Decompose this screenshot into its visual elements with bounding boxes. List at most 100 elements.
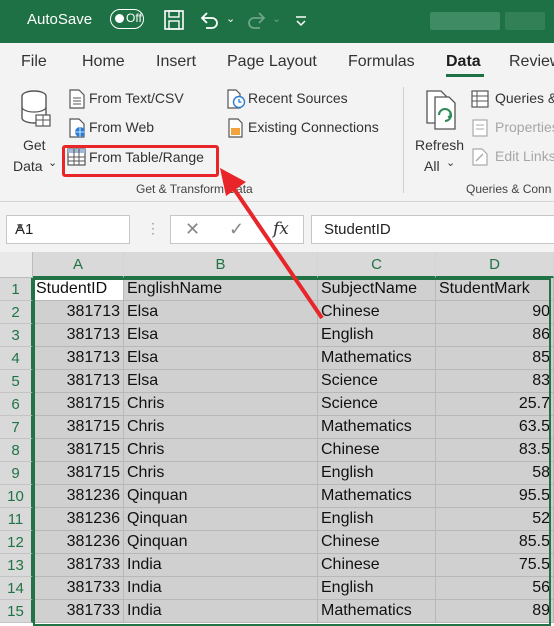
row-header[interactable]: 2 bbox=[0, 301, 33, 324]
select-all-corner[interactable] bbox=[0, 252, 33, 278]
cell-D1[interactable]: StudentMark bbox=[436, 278, 554, 301]
tab-insert[interactable]: Insert bbox=[156, 53, 196, 71]
cell-B3[interactable]: Elsa bbox=[124, 324, 318, 347]
cell-A15[interactable]: 381733 bbox=[33, 600, 124, 623]
row-header[interactable]: 5 bbox=[0, 370, 33, 393]
row-header[interactable]: 7 bbox=[0, 416, 33, 439]
formula-input[interactable]: StudentID bbox=[311, 215, 554, 244]
cell-A4[interactable]: 381713 bbox=[33, 347, 124, 370]
cell-C7[interactable]: Mathematics bbox=[318, 416, 436, 439]
cell-C12[interactable]: Chinese bbox=[318, 531, 436, 554]
cell-C6[interactable]: Science bbox=[318, 393, 436, 416]
cell-B8[interactable]: Chris bbox=[124, 439, 318, 462]
cell-C8[interactable]: Chinese bbox=[318, 439, 436, 462]
from-text-csv-button[interactable]: From Text/CSV bbox=[66, 88, 206, 110]
row-header[interactable]: 1 bbox=[0, 278, 33, 301]
cell-C5[interactable]: Science bbox=[318, 370, 436, 393]
cell-D11[interactable]: 52 bbox=[436, 508, 554, 531]
col-header-c[interactable]: C bbox=[318, 252, 436, 278]
queries-connections-button[interactable]: Queries & bbox=[470, 88, 554, 110]
cell-B4[interactable]: Elsa bbox=[124, 347, 318, 370]
tab-review[interactable]: Review bbox=[509, 53, 554, 71]
cell-B13[interactable]: India bbox=[124, 554, 318, 577]
name-box[interactable]: A1 ▼ bbox=[6, 215, 130, 244]
cancel-icon[interactable]: ✕ bbox=[185, 219, 200, 240]
cell-A2[interactable]: 381713 bbox=[33, 301, 124, 324]
cell-D8[interactable]: 83.5 bbox=[436, 439, 554, 462]
cell-A5[interactable]: 381713 bbox=[33, 370, 124, 393]
cell-A11[interactable]: 381236 bbox=[33, 508, 124, 531]
cell-B5[interactable]: Elsa bbox=[124, 370, 318, 393]
row-header[interactable]: 10 bbox=[0, 485, 33, 508]
cell-D5[interactable]: 83 bbox=[436, 370, 554, 393]
recent-sources-button[interactable]: Recent Sources bbox=[224, 88, 394, 110]
autosave-toggle[interactable]: Off bbox=[110, 9, 144, 29]
cell-A13[interactable]: 381733 bbox=[33, 554, 124, 577]
get-data-button[interactable]: Get Data ⌄ bbox=[6, 87, 62, 177]
cell-C11[interactable]: English bbox=[318, 508, 436, 531]
cell-D2[interactable]: 90 bbox=[436, 301, 554, 324]
cell-D7[interactable]: 63.5 bbox=[436, 416, 554, 439]
cell-B14[interactable]: India bbox=[124, 577, 318, 600]
cell-D10[interactable]: 95.5 bbox=[436, 485, 554, 508]
cell-C15[interactable]: Mathematics bbox=[318, 600, 436, 623]
tab-data[interactable]: Data bbox=[446, 53, 481, 71]
row-header[interactable]: 14 bbox=[0, 577, 33, 600]
cell-D4[interactable]: 85 bbox=[436, 347, 554, 370]
cell-A3[interactable]: 381713 bbox=[33, 324, 124, 347]
cell-C1[interactable]: SubjectName bbox=[318, 278, 436, 301]
cell-B1[interactable]: EnglishName bbox=[124, 278, 318, 301]
confirm-icon[interactable]: ✓ bbox=[229, 219, 244, 240]
cell-B10[interactable]: Qinquan bbox=[124, 485, 318, 508]
cell-D12[interactable]: 85.5 bbox=[436, 531, 554, 554]
col-header-d[interactable]: D bbox=[436, 252, 554, 278]
fx-icon[interactable]: fx bbox=[273, 219, 289, 239]
cell-B6[interactable]: Chris bbox=[124, 393, 318, 416]
cell-C2[interactable]: Chinese bbox=[318, 301, 436, 324]
cell-A14[interactable]: 381733 bbox=[33, 577, 124, 600]
cell-D6[interactable]: 25.7 bbox=[436, 393, 554, 416]
cell-C10[interactable]: Mathematics bbox=[318, 485, 436, 508]
row-header[interactable]: 3 bbox=[0, 324, 33, 347]
cell-A12[interactable]: 381236 bbox=[33, 531, 124, 554]
undo-icon[interactable] bbox=[198, 9, 220, 31]
customize-toolbar-icon[interactable] bbox=[293, 9, 309, 31]
tab-file[interactable]: File bbox=[21, 53, 47, 71]
cell-D9[interactable]: 58 bbox=[436, 462, 554, 485]
undo-dropdown-icon[interactable]: ⌄ bbox=[226, 12, 235, 25]
row-header[interactable]: 9 bbox=[0, 462, 33, 485]
cell-B15[interactable]: India bbox=[124, 600, 318, 623]
cell-A7[interactable]: 381715 bbox=[33, 416, 124, 439]
cell-C14[interactable]: English bbox=[318, 577, 436, 600]
cell-B11[interactable]: Qinquan bbox=[124, 508, 318, 531]
row-header[interactable]: 12 bbox=[0, 531, 33, 554]
existing-connections-button[interactable]: Existing Connections bbox=[224, 117, 394, 139]
cell-D3[interactable]: 86 bbox=[436, 324, 554, 347]
cell-D13[interactable]: 75.5 bbox=[436, 554, 554, 577]
cell-B12[interactable]: Qinquan bbox=[124, 531, 318, 554]
cell-B7[interactable]: Chris bbox=[124, 416, 318, 439]
row-header[interactable]: 8 bbox=[0, 439, 33, 462]
cell-A6[interactable]: 381715 bbox=[33, 393, 124, 416]
row-header[interactable]: 4 bbox=[0, 347, 33, 370]
cell-C3[interactable]: English bbox=[318, 324, 436, 347]
from-web-button[interactable]: From Web bbox=[66, 117, 206, 139]
refresh-all-button[interactable]: Refresh All ⌄ bbox=[410, 87, 466, 177]
row-header[interactable]: 6 bbox=[0, 393, 33, 416]
row-header[interactable]: 13 bbox=[0, 554, 33, 577]
cell-D15[interactable]: 89 bbox=[436, 600, 554, 623]
cell-A10[interactable]: 381236 bbox=[33, 485, 124, 508]
cell-A8[interactable]: 381715 bbox=[33, 439, 124, 462]
cell-C4[interactable]: Mathematics bbox=[318, 347, 436, 370]
tab-home[interactable]: Home bbox=[82, 53, 125, 71]
cell-A9[interactable]: 381715 bbox=[33, 462, 124, 485]
cell-B2[interactable]: Elsa bbox=[124, 301, 318, 324]
col-header-b[interactable]: B bbox=[124, 252, 318, 278]
cell-B9[interactable]: Chris bbox=[124, 462, 318, 485]
cell-D14[interactable]: 56 bbox=[436, 577, 554, 600]
tab-formulas[interactable]: Formulas bbox=[348, 53, 415, 71]
cell-C9[interactable]: English bbox=[318, 462, 436, 485]
row-header[interactable]: 11 bbox=[0, 508, 33, 531]
save-icon[interactable] bbox=[163, 9, 185, 31]
col-header-a[interactable]: A bbox=[33, 252, 124, 278]
